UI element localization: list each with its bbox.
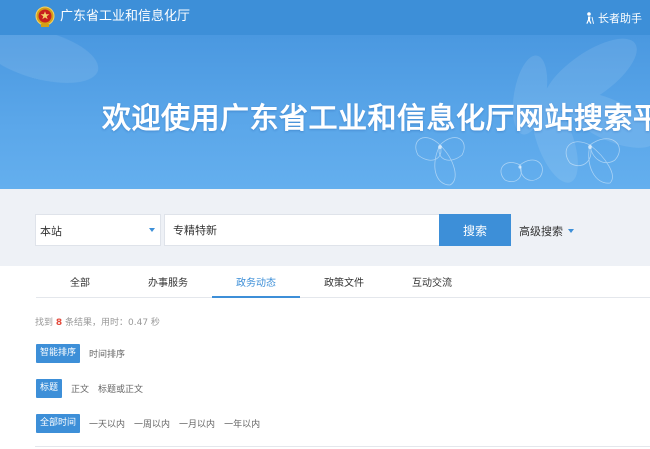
tab-interaction[interactable]: 互动交流 (388, 276, 476, 298)
top-header: 广东省工业和信息化厅 长者助手 (0, 0, 650, 35)
search-button[interactable]: 搜索 (439, 214, 511, 246)
sort-filter: 智能排序 时间排序 (36, 344, 125, 363)
national-emblem-icon (35, 6, 55, 27)
category-tabs: 全部 办事服务 政务动态 政策文件 互动交流 (36, 276, 650, 298)
tab-policy[interactable]: 政策文件 (300, 276, 388, 298)
result-suffix: 条结果，用时：0.47 秒 (65, 318, 160, 328)
field-filter: 标题 正文 标题或正文 (36, 379, 143, 398)
elder-person-icon (586, 12, 594, 24)
time-filter: 全部时间 一天以内 一周以内 一月以内 一年以内 (36, 414, 260, 433)
sort-smart-option[interactable]: 智能排序 (36, 344, 81, 363)
time-all-option[interactable]: 全部时间 (36, 414, 81, 433)
tab-all[interactable]: 全部 (36, 276, 124, 298)
time-year-option[interactable]: 一年以内 (224, 417, 260, 430)
divider (35, 446, 650, 447)
search-input[interactable] (164, 214, 440, 246)
banner-title: 欢迎使用广东省工业和信息化厅网站搜索平台 (102, 101, 650, 135)
sort-time-option[interactable]: 时间排序 (89, 347, 125, 360)
banner: 欢迎使用广东省工业和信息化厅网站搜索平台 (0, 35, 650, 189)
time-day-option[interactable]: 一天以内 (89, 417, 125, 430)
result-prefix: 找到 (35, 318, 54, 328)
result-count: 8 (55, 318, 63, 328)
caret-down-icon (568, 229, 574, 233)
scope-select[interactable]: 本站 (35, 214, 161, 246)
field-title-or-body-option[interactable]: 标题或正文 (98, 382, 143, 395)
elder-assistant-label: 长者助手 (598, 12, 642, 25)
site-name[interactable]: 广东省工业和信息化厅 (60, 9, 190, 25)
time-month-option[interactable]: 一月以内 (179, 417, 215, 430)
advanced-search-label: 高级搜索 (519, 225, 563, 238)
field-body-option[interactable]: 正文 (71, 382, 89, 395)
scope-value: 本站 (40, 225, 62, 238)
tab-services[interactable]: 办事服务 (124, 276, 212, 298)
tab-news[interactable]: 政务动态 (212, 276, 300, 298)
search-area: 本站 搜索 高级搜索 (0, 189, 650, 266)
elder-assistant-link[interactable]: 长者助手 (584, 10, 642, 26)
field-title-option[interactable]: 标题 (36, 379, 63, 398)
result-summary: 找到 8 条结果，用时：0.47 秒 (35, 315, 160, 328)
caret-down-icon (149, 228, 155, 232)
advanced-search-toggle[interactable]: 高级搜索 (519, 223, 574, 239)
time-week-option[interactable]: 一周以内 (134, 417, 170, 430)
